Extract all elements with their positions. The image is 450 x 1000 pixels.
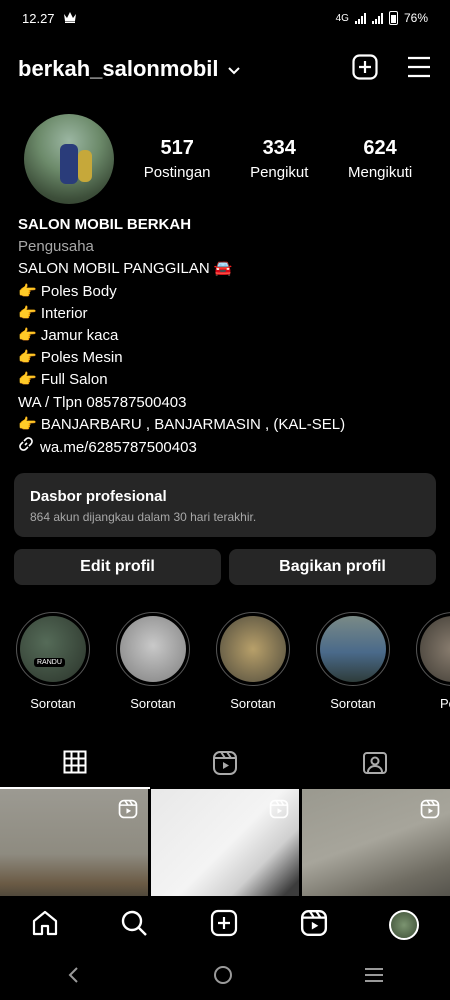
profile-name: SALON MOBIL BERKAH	[18, 216, 192, 233]
highlight-item[interactable]: Pole	[414, 612, 450, 711]
post-thumbnail[interactable]	[302, 789, 450, 908]
profile-tabs	[0, 741, 450, 790]
stat-following[interactable]: 624 Mengikuti	[348, 137, 412, 181]
network-type: 4G	[335, 12, 349, 24]
home-icon[interactable]	[31, 909, 59, 942]
menu-icon[interactable]	[406, 56, 432, 83]
clock: 12.27	[22, 10, 55, 26]
edit-profile-button[interactable]: Edit profil	[14, 549, 221, 586]
bio-line: 👉 BANJARBARU , BANJARMASIN , (KAL-SEL)	[18, 415, 346, 433]
link-icon	[18, 436, 34, 459]
grid-icon	[63, 750, 87, 779]
stat-label: Postingan	[143, 164, 211, 181]
account-switcher[interactable]: berkah_salonmobil	[18, 56, 241, 82]
profile-bio: SALON MOBIL BERKAH Pengusaha SALON MOBIL…	[0, 204, 450, 459]
reels-icon	[269, 799, 289, 824]
highlight-label: Sorotan	[230, 696, 276, 712]
bio-line: SALON MOBIL PANGGILAN 🚘	[18, 260, 233, 278]
stat-followers[interactable]: 334 Pengikut	[250, 137, 308, 181]
search-icon[interactable]	[120, 909, 148, 942]
reels-icon	[118, 799, 138, 824]
system-navigation	[0, 954, 450, 1000]
highlight-cover	[320, 616, 386, 683]
highlight-item[interactable]: Sorotan	[314, 612, 392, 711]
stat-value: 334	[262, 137, 296, 159]
crown-icon	[63, 11, 77, 26]
back-icon[interactable]	[65, 966, 83, 989]
tab-posts[interactable]	[0, 741, 150, 790]
chevron-down-icon	[227, 56, 241, 82]
highlight-badge: RANDU	[34, 658, 65, 668]
bio-line: 👉 Poles Body	[18, 282, 117, 300]
highlight-item[interactable]: Sorotan	[214, 612, 292, 711]
profile-stats: 517 Postingan 334 Pengikut 624 Mengikuti	[124, 137, 432, 181]
highlight-label: Sorotan	[130, 696, 176, 712]
reels-icon[interactable]	[300, 909, 328, 942]
story-highlights: RANDU Sorotan Sorotan Sorotan Sorotan Po…	[0, 585, 450, 711]
signal-icon	[371, 12, 383, 24]
bio-line: 👉 Interior	[18, 304, 88, 322]
profile-actions: Edit profil Bagikan profil	[14, 549, 436, 586]
profile-header: berkah_salonmobil	[0, 36, 450, 102]
bio-line: 👉 Poles Mesin	[18, 349, 123, 367]
reels-icon	[212, 750, 238, 781]
recents-icon[interactable]	[363, 966, 385, 989]
stat-value: 624	[363, 137, 397, 159]
stat-posts[interactable]: 517 Postingan	[144, 137, 211, 181]
status-bar: 12.27 4G 76%	[0, 0, 450, 36]
share-profile-button[interactable]: Bagikan profil	[229, 549, 436, 586]
dashboard-subtitle: 864 akun dijangkau dalam 30 hari terakhi…	[30, 510, 257, 525]
highlight-item[interactable]: RANDU Sorotan	[14, 612, 92, 711]
highlight-label: Sorotan	[30, 696, 76, 712]
highlight-item[interactable]: Sorotan	[114, 612, 192, 711]
tab-tagged[interactable]	[300, 741, 450, 789]
highlight-cover	[120, 616, 186, 683]
bottom-navigation	[0, 896, 450, 954]
bio-line: 👉 Jamur kaca	[18, 327, 119, 345]
tab-reels[interactable]	[150, 741, 300, 789]
highlight-cover: RANDU	[20, 616, 86, 683]
home-circle-icon[interactable]	[212, 964, 234, 991]
post-thumbnail[interactable]	[0, 789, 148, 908]
bio-link[interactable]: wa.me/6285787500403	[18, 436, 432, 459]
battery-level: 76%	[403, 11, 428, 25]
create-icon[interactable]	[210, 909, 238, 942]
profile-summary: 517 Postingan 334 Pengikut 624 Mengikuti	[0, 102, 450, 204]
highlight-cover	[220, 616, 286, 683]
reels-icon	[420, 799, 440, 824]
tagged-icon	[362, 750, 388, 781]
profile-category: Pengusaha	[18, 238, 94, 256]
highlight-cover	[420, 616, 450, 683]
bio-line: WA / Tlpn 085787500403	[18, 393, 187, 411]
signal-icon	[354, 12, 366, 24]
battery-icon	[388, 11, 398, 25]
professional-dashboard[interactable]: Dasbor profesional 864 akun dijangkau da…	[14, 473, 436, 538]
dashboard-title: Dasbor profesional	[30, 488, 167, 506]
stat-label: Pengikut	[250, 164, 309, 181]
posts-grid	[0, 789, 450, 908]
profile-avatar[interactable]	[389, 910, 420, 940]
avatar[interactable]	[24, 114, 114, 204]
highlight-label: Sorotan	[330, 696, 376, 712]
bio-line: 👉 Full Salon	[18, 371, 108, 389]
username: berkah_salonmobil	[18, 56, 219, 81]
bio-link-text: wa.me/6285787500403	[40, 438, 197, 456]
stat-value: 517	[160, 137, 194, 159]
stat-label: Mengikuti	[348, 164, 413, 181]
plus-square-icon[interactable]	[352, 53, 378, 85]
highlight-label: Pole	[439, 696, 450, 712]
post-thumbnail[interactable]	[151, 789, 299, 908]
